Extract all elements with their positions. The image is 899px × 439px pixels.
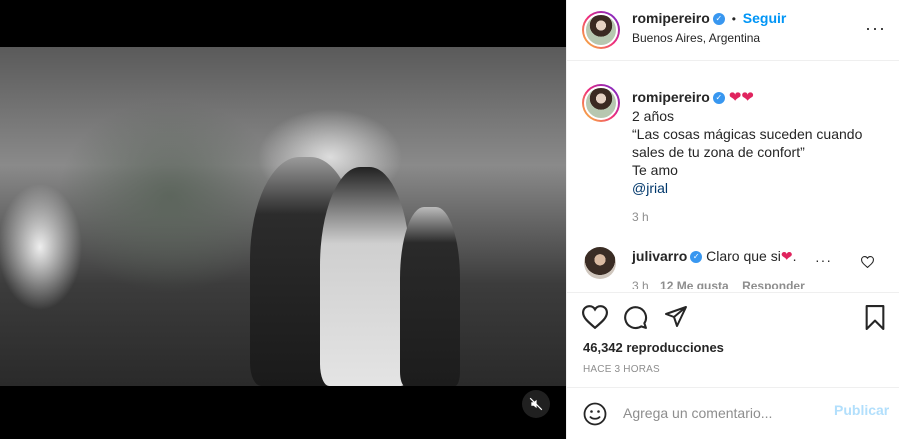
- post-date[interactable]: HACE 3 HORAS: [583, 364, 660, 375]
- heart-icon[interactable]: [581, 305, 609, 332]
- comment-reply-button[interactable]: Responder: [742, 279, 805, 289]
- view-count[interactable]: 46,342 reproducciones: [583, 340, 724, 355]
- add-comment-bar: Publicar: [567, 387, 899, 439]
- comment-like-heart-icon[interactable]: [860, 255, 875, 271]
- author-avatar[interactable]: [582, 11, 620, 49]
- verified-badge-icon: ✓: [690, 251, 703, 264]
- caption-line-4: Te amo: [632, 162, 678, 178]
- video-player[interactable]: [0, 47, 566, 418]
- location-link[interactable]: Buenos Aires, Argentina: [632, 31, 760, 45]
- video-figure-guest: [400, 207, 460, 386]
- header-title-row: romipereiro ✓ • Seguir: [632, 10, 786, 26]
- comment-heart-emoji: ❤: [780, 248, 793, 264]
- publish-button[interactable]: Publicar: [834, 402, 889, 418]
- bookmark-icon[interactable]: [864, 305, 886, 333]
- verified-badge-icon: ✓: [712, 92, 725, 105]
- volume-off-icon: [529, 397, 543, 411]
- caption-mention-link[interactable]: @jrial: [632, 179, 882, 197]
- separator-dot: •: [731, 12, 736, 26]
- caption-author-avatar[interactable]: [582, 84, 620, 122]
- post-actions-section: 46,342 reproducciones HACE 3 HORAS Publi…: [567, 292, 899, 439]
- comment-more-options-icon[interactable]: ···: [815, 252, 832, 268]
- comment-icon[interactable]: [623, 305, 648, 333]
- comment-likes[interactable]: 12 Me gusta: [660, 279, 729, 289]
- follow-button[interactable]: Seguir: [743, 10, 787, 26]
- verified-badge-icon: ✓: [712, 13, 725, 26]
- video-figure-bride: [320, 167, 410, 386]
- mute-button[interactable]: [522, 390, 550, 418]
- emoji-icon[interactable]: [583, 402, 607, 429]
- comment-text: Claro que si: [706, 248, 781, 264]
- commenter-username[interactable]: julivarro: [632, 248, 687, 264]
- caption-timestamp: 3 h: [632, 210, 649, 224]
- caption-username[interactable]: romipereiro: [632, 89, 710, 105]
- caption-line-2: “Las cosas mágicas suceden cuando: [632, 126, 863, 142]
- author-username[interactable]: romipereiro: [632, 10, 710, 26]
- caption-hearts: ❤❤: [728, 89, 754, 106]
- commenter-avatar[interactable]: [584, 247, 616, 279]
- post-details-panel: romipereiro ✓ • Seguir Buenos Aires, Arge…: [566, 0, 899, 439]
- media-panel: [0, 0, 566, 439]
- comment-time: 3 h: [632, 279, 649, 289]
- comment-meta: 3 h 12 Me gusta Responder: [632, 279, 805, 289]
- post-header: romipereiro ✓ • Seguir Buenos Aires, Arge…: [567, 0, 899, 61]
- caption-line-3: sales de tu zona de confort”: [632, 144, 805, 160]
- caption-line-1: 2 años: [632, 108, 675, 124]
- post-caption: romipereiro ✓ ❤❤ 2 años “Las cosas mágica…: [632, 88, 882, 197]
- more-options-icon[interactable]: ···: [865, 18, 886, 39]
- share-icon[interactable]: [664, 305, 688, 332]
- comment-trail: .: [792, 248, 797, 264]
- comment-input[interactable]: [623, 401, 823, 425]
